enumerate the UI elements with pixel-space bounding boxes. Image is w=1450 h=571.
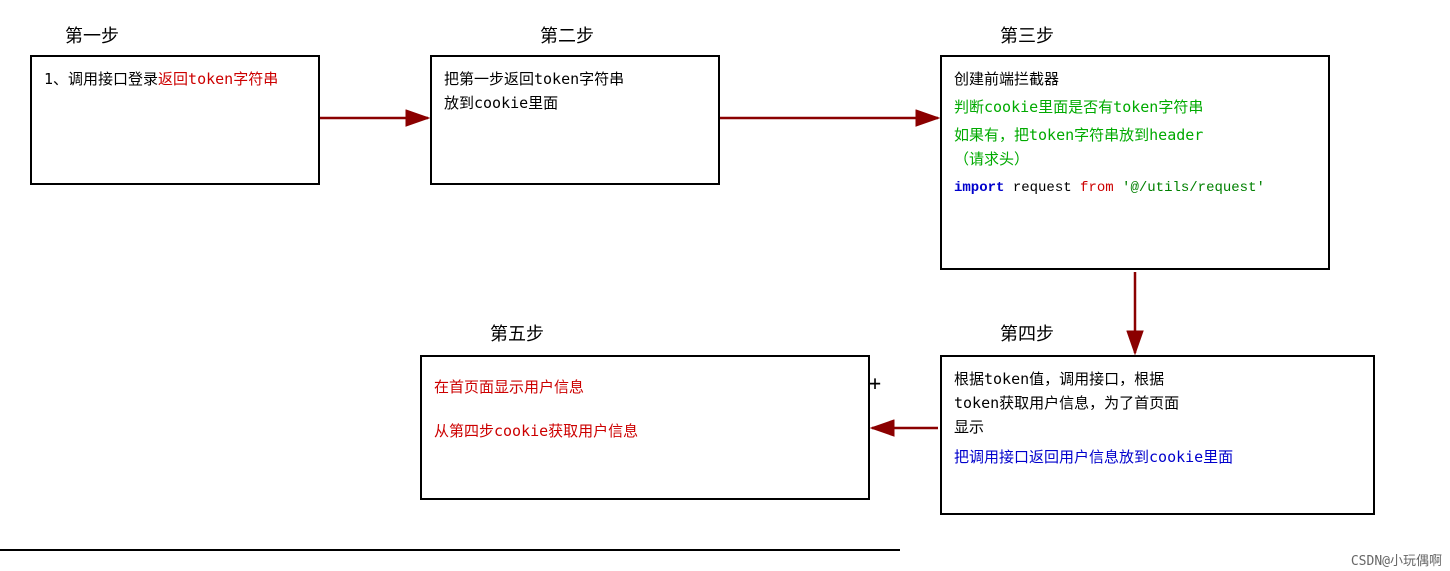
box3-green3: （请求头） xyxy=(954,147,1316,171)
box4: 根据token值，调用接口，根据 token获取用户信息，为了首页面 显示 把调… xyxy=(940,355,1375,515)
box4-line1: 根据token值，调用接口，根据 xyxy=(954,367,1361,391)
box4-line3: 显示 xyxy=(954,415,1361,439)
box4-line2: token获取用户信息，为了首页面 xyxy=(954,391,1361,415)
box3-green2: 如果有，把token字符串放到header xyxy=(954,123,1316,147)
box5-red1: 在首页面显示用户信息 xyxy=(434,375,856,399)
box3-green1: 判断cookie里面是否有token字符串 xyxy=(954,95,1316,119)
box1-text-red: 返回token字符串 xyxy=(158,70,278,88)
box2-line1: 把第一步返回token字符串 xyxy=(444,67,706,91)
bottom-line xyxy=(0,549,900,551)
diagram-container: 第一步 第二步 第三步 第四步 第五步 1、调用接口登录返回token字符串 把… xyxy=(0,0,1450,571)
step2-label: 第二步 xyxy=(540,22,594,48)
step5-label: 第五步 xyxy=(490,320,544,346)
box1-text-normal: 1、调用接口登录 xyxy=(44,70,158,88)
box2-line2: 放到cookie里面 xyxy=(444,91,706,115)
step3-label: 第三步 xyxy=(1000,22,1054,48)
box4-blue: 把调用接口返回用户信息放到cookie里面 xyxy=(954,445,1361,469)
step1-label: 第一步 xyxy=(65,22,119,48)
step4-label: 第四步 xyxy=(1000,320,1054,346)
svg-text:+: + xyxy=(869,371,881,395)
box3-title: 创建前端拦截器 xyxy=(954,67,1316,91)
watermark: CSDN@小玩偶啊 xyxy=(1351,550,1442,569)
box3: 创建前端拦截器 判断cookie里面是否有token字符串 如果有，把token… xyxy=(940,55,1330,270)
box3-code: import request from '@/utils/request' xyxy=(954,177,1316,199)
box1: 1、调用接口登录返回token字符串 xyxy=(30,55,320,185)
box5: 在首页面显示用户信息 从第四步cookie获取用户信息 xyxy=(420,355,870,500)
box2: 把第一步返回token字符串 放到cookie里面 xyxy=(430,55,720,185)
box5-red2: 从第四步cookie获取用户信息 xyxy=(434,419,856,443)
